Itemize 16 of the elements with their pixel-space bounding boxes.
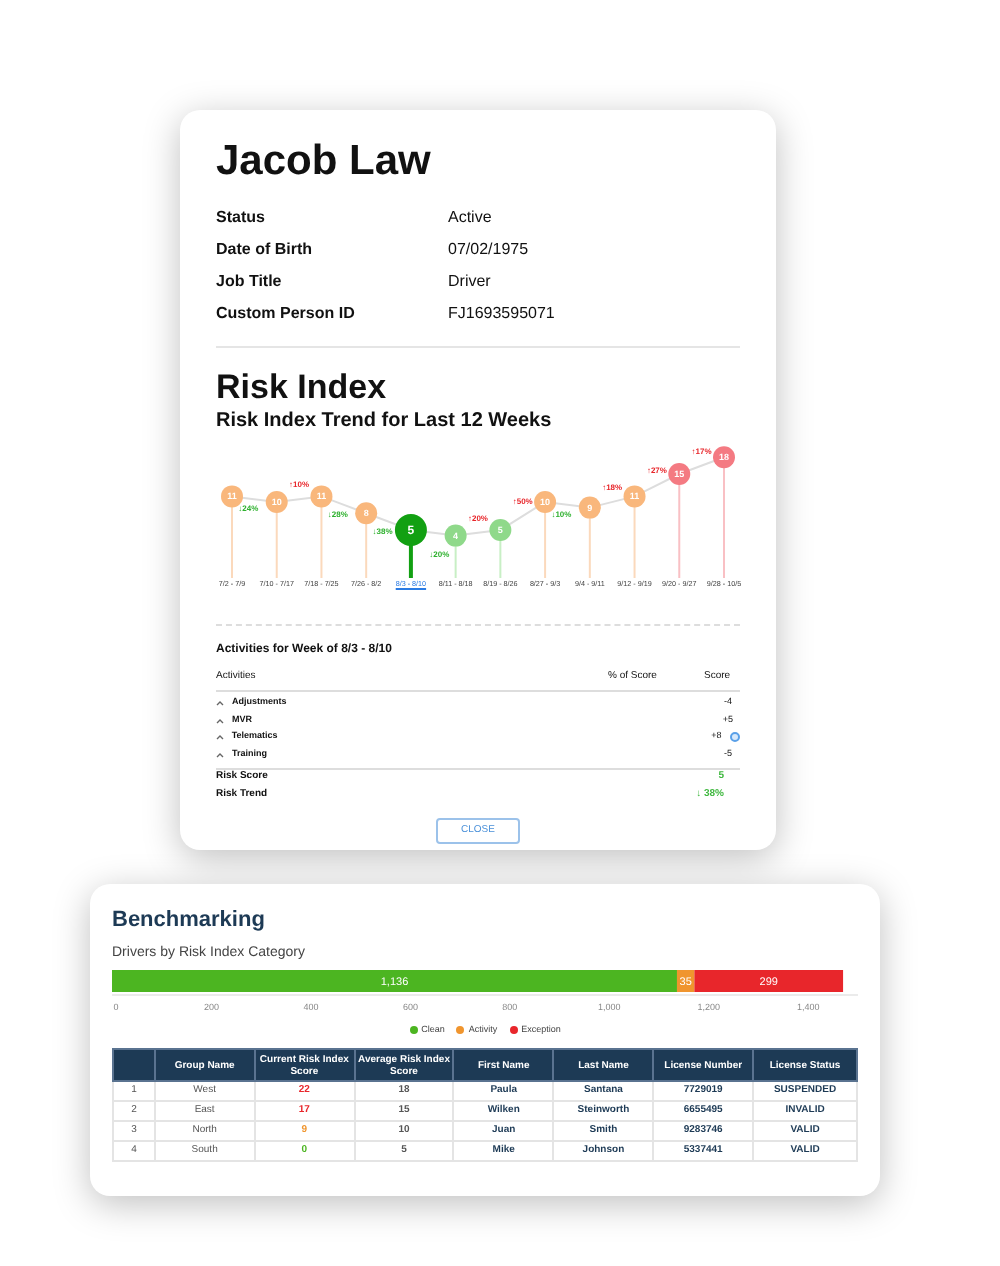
chart-subtitle: Risk Index Trend for Last 12 Weeks <box>216 408 554 434</box>
field-value: 07/02/1975 <box>448 238 529 262</box>
chevron-icon[interactable] <box>216 751 224 758</box>
field-label: Date of Birth <box>216 238 314 262</box>
section-title: Benchmarking <box>112 906 267 936</box>
chevron-icon[interactable] <box>216 700 224 707</box>
field-value: Driver <box>448 270 491 294</box>
field-label: Job Title <box>216 270 284 294</box>
person-name: Jacob Law <box>216 136 433 188</box>
field-label: Status <box>216 206 267 230</box>
chevron-icon[interactable] <box>216 734 224 741</box>
chevron-icon[interactable] <box>216 717 224 724</box>
section-title: Risk Index <box>216 368 389 408</box>
field-value: Active <box>448 206 492 230</box>
field-value: FJ1693595071 <box>448 302 555 326</box>
field-label: Custom Person ID <box>216 302 357 326</box>
